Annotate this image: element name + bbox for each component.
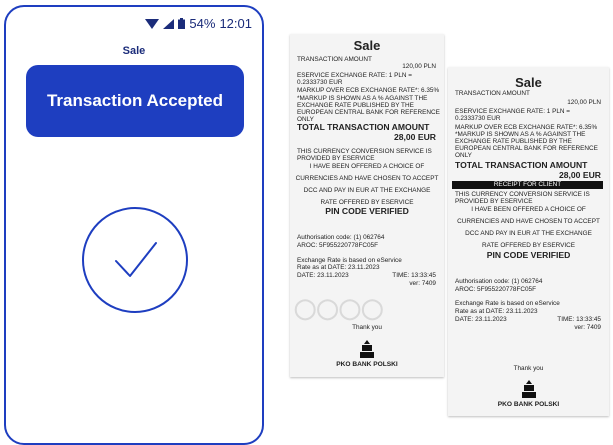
- rate-line: 0.2333730 EUR: [455, 115, 501, 122]
- rate-line: 0.2333730 EUR: [297, 79, 343, 86]
- battery-icon: [178, 18, 186, 29]
- receipt-client: Sale TRANSACTION AMOUNT 120,00 PLN ESERV…: [448, 67, 609, 416]
- bank-name: PKO BANK POLSKI: [336, 361, 398, 368]
- screen-title: Sale: [122, 45, 146, 57]
- rate-date: Rate as at DATE: 23.11.2023: [297, 264, 380, 271]
- receipt-version: ver: 7409: [409, 280, 436, 287]
- conversion-line: I HAVE BEEN OFFERED A CHOICE OF: [471, 206, 586, 213]
- status-bar: 54% 12:01: [145, 16, 252, 31]
- payment-terminal-screen: 54% 12:01 Sale Transaction Accepted: [4, 5, 264, 445]
- client-receipt-bar: RECEIPT FOR CLIENT: [452, 181, 603, 189]
- markup-line: EUROPEAN CENTRAL BANK FOR REFERENCE: [297, 109, 440, 116]
- transaction-amount-value: 120,00 PLN: [567, 99, 601, 106]
- receipt-date: DATE: 23.11.2023: [297, 272, 349, 279]
- markup-line: EUROPEAN CENTRAL BANK FOR REFERENCE: [455, 145, 598, 152]
- conversion-line: DCC AND PAY IN EUR AT THE EXCHANGE: [303, 187, 431, 194]
- thank-you: Thank you: [513, 365, 544, 372]
- total-value: 28,00 EUR: [558, 170, 601, 180]
- transaction-amount-value: 120,00 PLN: [402, 63, 436, 70]
- receipt-version: ver: 7409: [574, 324, 601, 331]
- markup-line: MARKUP OVER ECB EXCHANGE RATE*: 6.35%: [297, 87, 440, 94]
- wifi-icon: [145, 18, 160, 29]
- total-label: TOTAL TRANSACTION AMOUNT: [297, 122, 430, 132]
- pin-verified: PIN CODE VERIFIED: [325, 206, 409, 216]
- rate-date: Rate as at DATE: 23.11.2023: [455, 308, 538, 315]
- battery-percent: 54%: [189, 16, 216, 31]
- receipt-merchant: ◯◯◯◯ Sale TRANSACTION AMOUNT 120,00 PLN …: [290, 34, 444, 377]
- checkmark-icon: [82, 207, 188, 313]
- rate-basis: Exchange Rate is based on eService: [455, 300, 560, 307]
- conversion-line: DCC AND PAY IN EUR AT THE EXCHANGE: [465, 230, 592, 237]
- total-label: TOTAL TRANSACTION AMOUNT: [455, 160, 588, 170]
- receipt-title: Sale: [515, 75, 542, 90]
- conversion-line: RATE OFFERED BY ESERVICE: [481, 242, 576, 249]
- transaction-amount-label: TRANSACTION AMOUNT: [297, 56, 372, 63]
- receipt-date: DATE: 23.11.2023: [455, 316, 507, 323]
- transaction-amount-label: TRANSACTION AMOUNT: [455, 90, 530, 97]
- aroc: AROC: 5F955220778FC05F: [297, 242, 378, 249]
- clock: 12:01: [219, 16, 252, 31]
- conversion-line: CURRENCIES AND HAVE CHOSEN TO ACCEPT: [295, 175, 439, 182]
- bank-name: PKO BANK POLSKI: [497, 401, 560, 408]
- auth-code: Authorisation code: (1) 062764: [297, 234, 385, 241]
- signal-icon: [163, 18, 175, 29]
- conversion-line: PROVIDED BY ESERVICE: [455, 198, 533, 205]
- thank-you: Thank you: [352, 324, 382, 331]
- receipt-time: TIME: 13:33:45: [557, 316, 601, 323]
- receipt-time: TIME: 13:33:45: [392, 272, 436, 279]
- conversion-line: CURRENCIES AND HAVE CHOSEN TO ACCEPT: [457, 218, 600, 225]
- bank-logo-icon: [290, 340, 444, 363]
- receipt-title: Sale: [353, 38, 381, 53]
- transaction-accepted-banner: Transaction Accepted: [26, 65, 244, 137]
- pin-verified: PIN CODE VERIFIED: [486, 250, 571, 260]
- aroc: AROC: 5F955220778FC05F: [455, 286, 536, 293]
- conversion-line: I HAVE BEEN OFFERED A CHOICE OF: [309, 163, 425, 170]
- auth-code: Authorisation code: (1) 062764: [455, 278, 543, 285]
- watermark: ◯◯◯◯: [294, 298, 384, 320]
- conversion-line: PROVIDED BY ESERVICE: [297, 155, 375, 162]
- markup-line: ONLY: [455, 152, 472, 159]
- total-value: 28,00 EUR: [393, 132, 436, 142]
- bank-logo-icon: [448, 380, 609, 403]
